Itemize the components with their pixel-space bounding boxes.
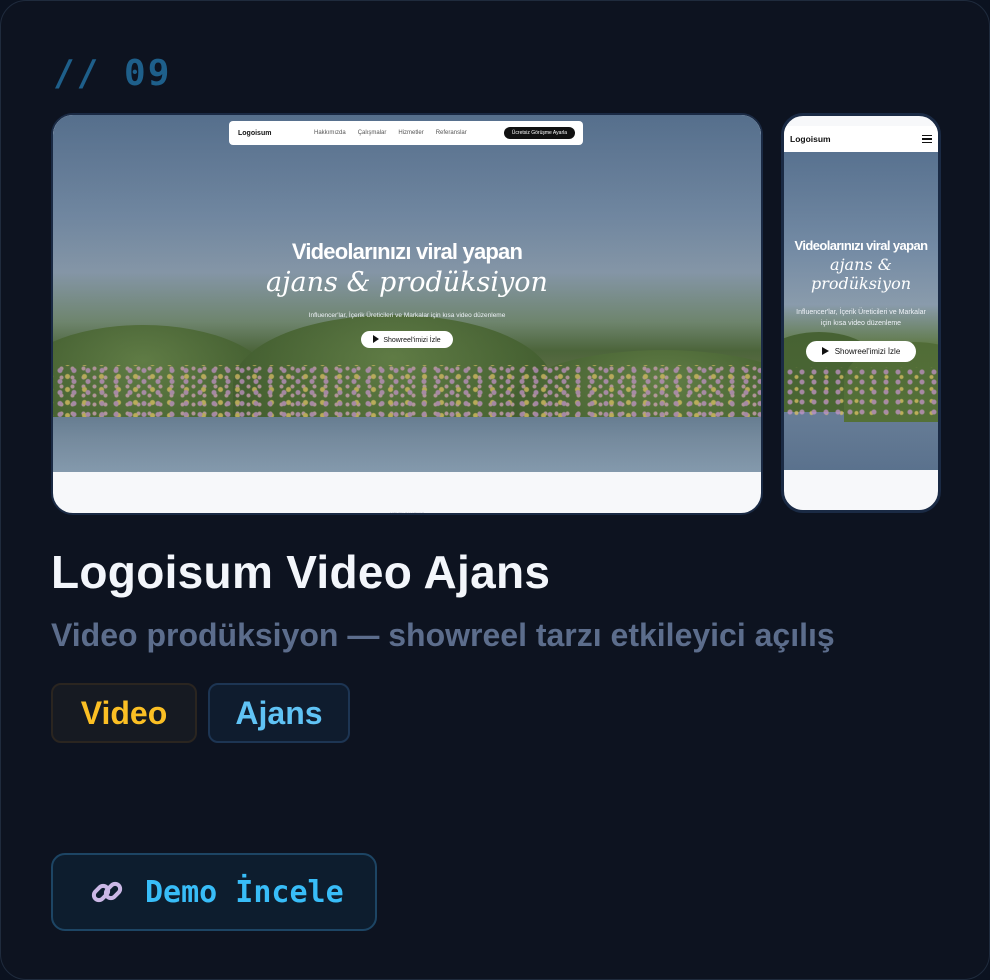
preview-navbar: Logoisum Hakkımızda Çalışmalar Hizmetler… xyxy=(229,121,583,145)
mobile-hero: Videolarınızı viral yapan ajans & prodük… xyxy=(784,238,938,362)
preview-button-label: Showreel'imizi İzle xyxy=(383,337,441,344)
preview-cta-button: Ücretsiz Görüşme Ayarla xyxy=(503,127,575,139)
mobile-headline-italic: ajans & prodüksiyon xyxy=(810,255,912,293)
demo-button[interactable]: Demo İncele xyxy=(51,853,377,931)
mobile-headline: Videolarınızı viral yapan xyxy=(794,238,928,253)
tag-list: Video Ajans xyxy=(51,683,361,743)
project-subtitle: Video prodüksiyon — showreel tarzı etkil… xyxy=(51,617,835,653)
preview-headline-italic: ajans & prodüksiyon xyxy=(266,267,548,298)
project-index: // 09 xyxy=(53,53,172,94)
link-icon xyxy=(91,881,123,903)
preview-nav-link: Hakkımızda xyxy=(314,130,346,136)
mobile-logo: Logoisum xyxy=(790,134,831,144)
mobile-preview: Logoisum Videolarınızı viral yapan ajans… xyxy=(781,113,941,513)
demo-button-label: Demo İncele xyxy=(145,874,344,910)
desktop-preview: Logoisum Hakkımızda Çalışmalar Hizmetler… xyxy=(51,113,763,515)
mobile-showreel-button: Showreel'imizi İzle xyxy=(805,341,917,362)
hamburger-menu-icon xyxy=(922,133,932,145)
preview-nav-link: Çalışmalar xyxy=(357,130,387,136)
project-title: Logoisum Video Ajans xyxy=(51,546,551,598)
preview-footer-strip: MELEK SAYISINIZ xyxy=(390,511,424,515)
project-card: // 09 Logoisum Hakkımızda Çalışmalar Hiz… xyxy=(0,0,990,980)
mobile-navbar: Logoisum xyxy=(784,126,938,152)
preview-logo: Logoisum xyxy=(238,129,272,137)
mobile-button-label: Showreel'imizi İzle xyxy=(834,347,901,356)
preview-nav-link: Hizmetler xyxy=(398,130,424,136)
mobile-subtext: Influencer'lar, İçerik Üreticileri ve Ma… xyxy=(784,307,938,329)
play-icon xyxy=(821,347,829,355)
tag-video: Video xyxy=(51,683,197,743)
mobile-subtext-line: için kısa video düzenleme xyxy=(820,320,902,327)
play-icon xyxy=(373,335,380,343)
preview-subtext: Influencer'lar, İçerik Üreticileri ve Ma… xyxy=(308,312,506,319)
tag-ajans: Ajans xyxy=(208,683,350,743)
preview-hero: Videolarınızı viral yapan ajans & prodük… xyxy=(53,239,761,348)
preview-showreel-button: Showreel'imizi İzle xyxy=(361,331,453,348)
mobile-subtext-line: Influencer'lar, İçerik Üreticileri ve Ma… xyxy=(796,309,926,316)
preview-headline: Videolarınızı viral yapan xyxy=(291,239,523,264)
preview-nav-link: Referanslar xyxy=(435,130,467,136)
